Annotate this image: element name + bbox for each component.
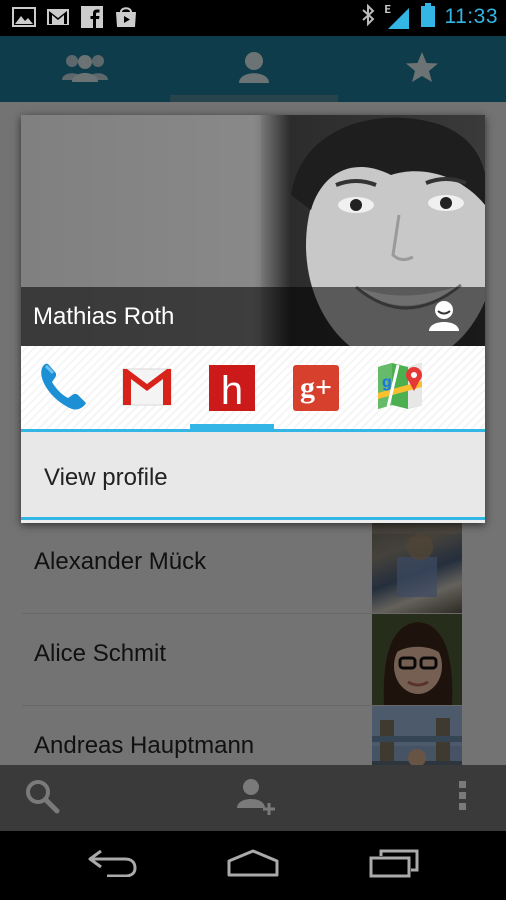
clock: 11:33 [444,5,498,28]
play-store-icon [114,6,138,28]
maps-icon: g [376,362,424,413]
gmail-action[interactable] [105,346,189,429]
recents-icon [369,848,419,882]
call-action[interactable] [21,346,105,429]
contact-name-bar: Mathias Roth [21,287,485,346]
signal-icon: E [384,3,411,30]
battery-icon [420,3,435,31]
h-app-action[interactable]: h [190,346,274,429]
overflow-menu-icon [459,781,467,815]
view-profile-item[interactable]: View profile [21,432,485,520]
google-plus-icon: g+ [293,364,339,411]
view-profile-label: View profile [44,464,168,491]
quick-contact-actions: h g+ g [21,346,485,432]
contact-name: Mathias Roth [33,303,175,330]
gmail-icon [46,6,70,28]
selected-action-indicator [190,424,274,430]
facebook-icon [80,6,104,28]
back-icon [87,849,137,881]
maps-action[interactable]: g [358,346,442,429]
h-app-letter: h [220,368,244,413]
gallery-icon [12,6,36,28]
recents-button[interactable] [362,843,426,887]
add-contact-icon [235,776,275,820]
contact-card-icon[interactable] [429,299,459,335]
bottom-action-bar [0,765,506,831]
overflow-menu-button[interactable] [440,765,486,831]
h-app-icon: h [209,364,255,413]
home-button[interactable] [220,843,286,887]
quick-contact-card: Mathias Roth h g+ g View profile [21,115,485,523]
back-button[interactable] [80,843,144,887]
google-plus-action[interactable]: g+ [274,346,358,429]
contact-large-photo: Mathias Roth [21,115,485,346]
add-contact-button[interactable] [213,765,297,831]
navigation-bar [0,831,506,900]
bluetooth-icon [361,3,375,30]
search-icon [24,778,60,818]
home-icon [226,849,280,881]
google-plus-label: g+ [299,370,333,404]
search-button[interactable] [0,765,84,831]
status-bar: E 11:33 [0,0,506,36]
phone-icon [38,361,88,415]
network-type-label: E [384,3,391,16]
gmail-icon [122,365,172,411]
svg-text:g: g [382,374,392,391]
